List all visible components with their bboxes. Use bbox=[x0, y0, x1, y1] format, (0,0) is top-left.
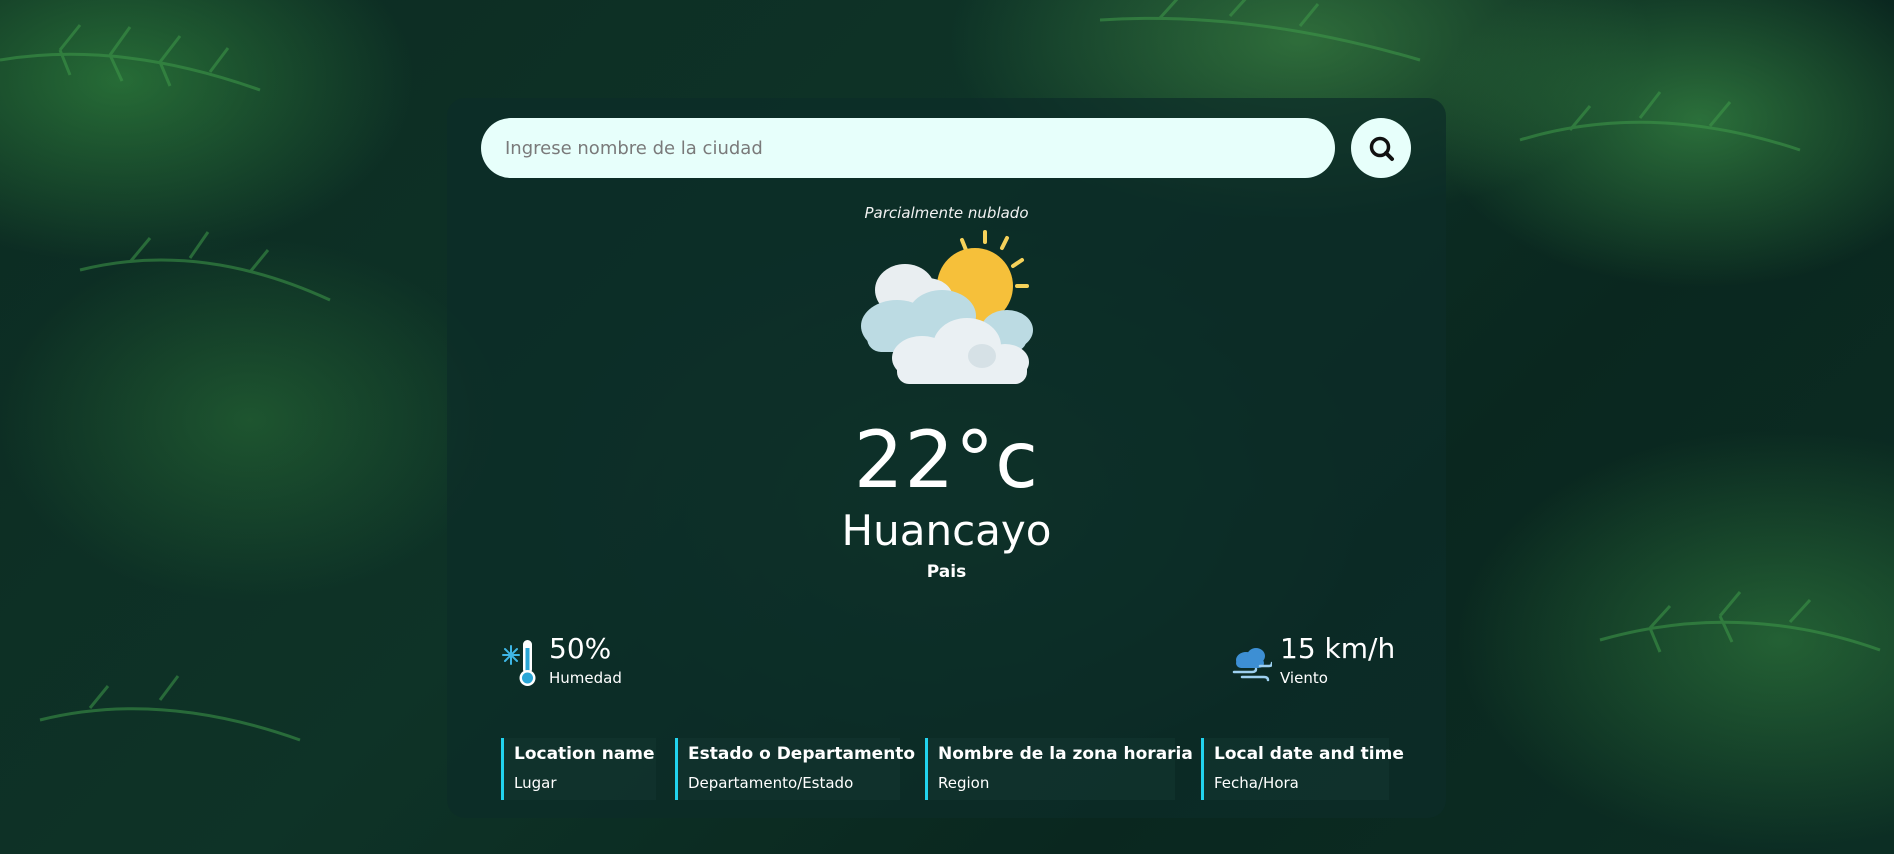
wind-label: Viento bbox=[1280, 669, 1328, 687]
info-value: Departamento/Estado bbox=[688, 774, 854, 792]
info-card-datetime: Local date and time Fecha/Hora bbox=[1201, 738, 1404, 800]
city-search-input[interactable] bbox=[481, 118, 1335, 178]
info-value: Region bbox=[938, 774, 990, 792]
humidity-stat: 50% Humedad bbox=[501, 632, 622, 688]
wind-value: 15 km/h bbox=[1280, 632, 1396, 665]
info-card-timezone: Nombre de la zona horaria Region bbox=[925, 738, 1193, 800]
info-card-location: Location name Lugar bbox=[501, 738, 656, 800]
humidity-value: 50% bbox=[549, 632, 612, 665]
info-title: Estado o Departamento bbox=[688, 744, 916, 764]
info-value: Fecha/Hora bbox=[1214, 774, 1299, 792]
partly-cloudy-icon bbox=[861, 230, 1033, 384]
thermometer-icon bbox=[502, 640, 536, 686]
temperature-value: 22°c bbox=[853, 416, 1040, 506]
info-title: Local date and time bbox=[1214, 744, 1404, 764]
weather-condition: Parcialmente nublado bbox=[864, 204, 1029, 222]
country-name: Pais bbox=[926, 562, 967, 582]
info-title: Nombre de la zona horaria bbox=[938, 744, 1193, 764]
location-info-row: Location name Lugar Estado o Departament… bbox=[501, 738, 1404, 800]
info-title: Location name bbox=[514, 744, 655, 764]
search-button[interactable] bbox=[1351, 118, 1411, 178]
wind-cloud-icon bbox=[1232, 648, 1272, 682]
wind-stat: 15 km/h Viento bbox=[1232, 632, 1395, 688]
city-name: Huancayo bbox=[841, 506, 1052, 555]
info-value: Lugar bbox=[514, 774, 557, 792]
search-icon bbox=[1369, 136, 1394, 161]
info-card-state: Estado o Departamento Departamento/Estad… bbox=[675, 738, 916, 800]
weather-card: Parcialmente nublado 22°c Huancayo Pais bbox=[447, 98, 1446, 818]
humidity-label: Humedad bbox=[549, 669, 622, 687]
